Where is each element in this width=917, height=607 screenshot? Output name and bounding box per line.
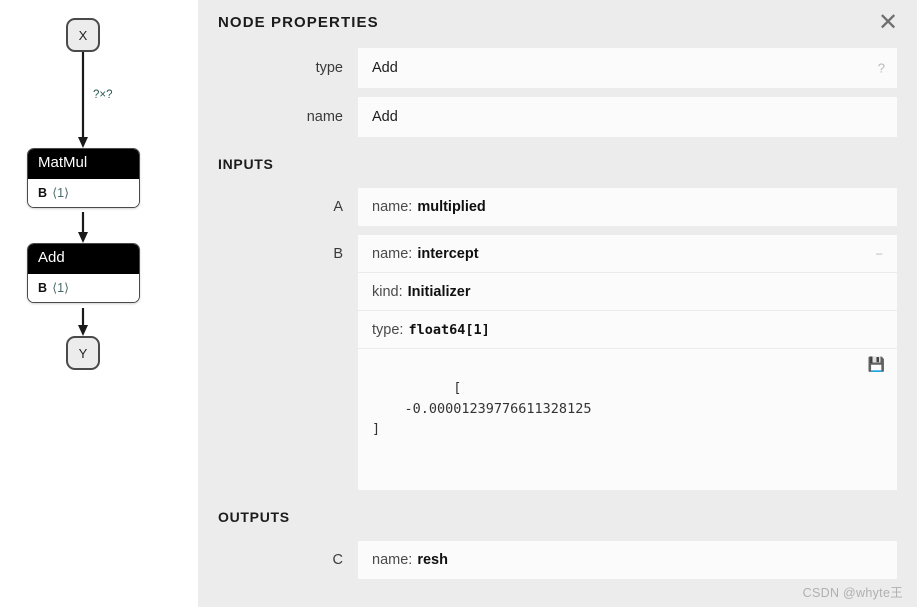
arrowhead-x-to-matmul <box>78 137 88 148</box>
input-letter-b: B <box>198 235 358 273</box>
watermark: CSDN @whyte王 <box>803 582 903 601</box>
help-icon[interactable]: ? <box>878 61 885 76</box>
input-a-name-value: multiplied <box>417 199 485 215</box>
property-row-type: type Add ? <box>198 48 917 88</box>
property-label-name: name <box>198 97 358 137</box>
graph-node-input-x-label: X <box>79 28 88 43</box>
property-value-name-text: Add <box>372 109 398 125</box>
input-row-b: B name: intercept − kind: Initializer ty… <box>198 235 917 490</box>
input-a-name-key: name: <box>372 199 412 215</box>
arrowhead-add-to-y <box>78 325 88 336</box>
save-icon[interactable]: 💾 <box>868 358 885 372</box>
close-icon[interactable]: ✕ <box>873 8 903 38</box>
input-b-kind-line: kind: Initializer <box>358 273 897 311</box>
graph-node-output-y[interactable]: Y <box>66 336 100 370</box>
input-b-name-key: name: <box>372 246 412 262</box>
arrowhead-matmul-to-add <box>78 232 88 243</box>
netron-model-viewer: X ?×? MatMul B ⟨1⟩ Add B ⟨1⟩ Y NODE PROPER… <box>0 0 917 607</box>
graph-canvas[interactable]: X ?×? MatMul B ⟨1⟩ Add B ⟨1⟩ Y <box>0 0 198 607</box>
input-b-name-line: name: intercept − <box>358 235 897 273</box>
property-value-type[interactable]: Add ? <box>358 48 897 88</box>
node-properties-panel: NODE PROPERTIES ✕ type Add ? name Add IN… <box>198 0 917 607</box>
edge-label-x-to-matmul: ?×? <box>93 89 113 101</box>
input-b-kind-value: Initializer <box>408 284 471 300</box>
graph-node-input-x[interactable]: X <box>66 18 100 52</box>
graph-node-add-dim: ⟨1⟩ <box>52 281 69 295</box>
section-title-outputs: OUTPUTS <box>198 499 917 541</box>
graph-node-matmul-body: B ⟨1⟩ <box>28 179 139 207</box>
input-b-name-value: intercept <box>417 246 478 262</box>
property-row-name: name Add <box>198 97 917 137</box>
graph-node-matmul-pin: B <box>38 186 47 200</box>
page-title: NODE PROPERTIES <box>218 14 379 31</box>
output-c-name-value: resh <box>417 552 448 568</box>
panel-header: NODE PROPERTIES ✕ <box>198 0 917 48</box>
graph-node-add-title: Add <box>28 244 139 274</box>
input-card-b[interactable]: name: intercept − kind: Initializer type… <box>358 235 897 490</box>
graph-node-matmul-dim: ⟨1⟩ <box>52 186 69 200</box>
input-b-tensor-value-text: [ -0.00001239776611328125 ] <box>372 380 591 437</box>
output-c-name-line: name: resh <box>358 541 897 579</box>
section-title-inputs: INPUTS <box>198 146 917 188</box>
graph-node-matmul[interactable]: MatMul B ⟨1⟩ <box>27 148 140 208</box>
input-row-a: A name: multiplied <box>198 188 917 226</box>
output-row-c: C name: resh <box>198 541 917 579</box>
graph-node-add-body: B ⟨1⟩ <box>28 274 139 302</box>
graph-node-add-pin: B <box>38 281 47 295</box>
collapse-icon[interactable]: − <box>875 247 883 260</box>
property-label-type: type <box>198 48 358 88</box>
graph-node-add[interactable]: Add B ⟨1⟩ <box>27 243 140 303</box>
graph-node-output-y-label: Y <box>79 346 88 361</box>
input-letter-a: A <box>198 188 358 226</box>
output-letter-c: C <box>198 541 358 579</box>
property-value-type-text: Add <box>372 60 398 76</box>
input-b-type-key: type: <box>372 322 403 338</box>
property-value-name[interactable]: Add <box>358 97 897 137</box>
graph-node-matmul-title: MatMul <box>28 149 139 179</box>
output-card-c[interactable]: name: resh <box>358 541 897 579</box>
input-a-name-line: name: multiplied <box>358 188 897 226</box>
input-card-a[interactable]: name: multiplied <box>358 188 897 226</box>
input-b-type-value: float64[1] <box>408 322 489 338</box>
input-b-type-line: type: float64[1] <box>358 311 897 349</box>
input-b-tensor-value[interactable]: [ -0.00001239776611328125 ] 💾 <box>358 349 897 490</box>
input-b-kind-key: kind: <box>372 284 403 300</box>
output-c-name-key: name: <box>372 552 412 568</box>
